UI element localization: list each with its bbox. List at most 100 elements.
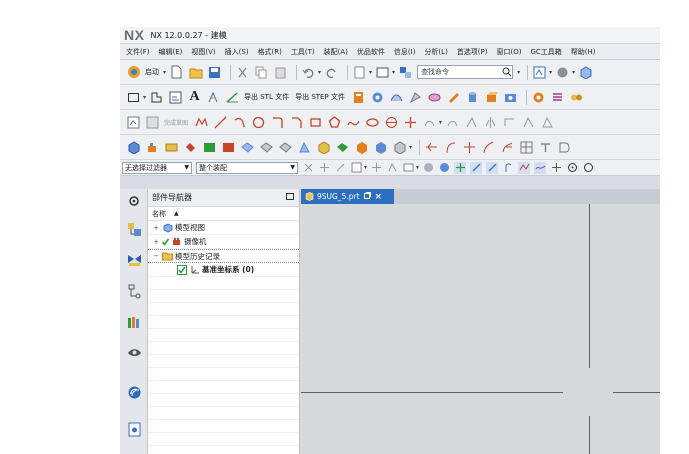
menu-youpin-software[interactable]: 优品软件	[357, 47, 385, 57]
project-curve-icon[interactable]	[521, 115, 536, 130]
constraint-navigator-icon[interactable]	[126, 251, 142, 267]
extrude-icon[interactable]	[145, 140, 160, 155]
snap-endpoint-icon[interactable]	[438, 162, 450, 174]
pattern-icon[interactable]	[502, 115, 517, 130]
redo-icon[interactable]	[324, 65, 339, 80]
part-navigator-icon[interactable]	[126, 283, 142, 299]
bridge-curve-icon[interactable]	[462, 140, 477, 155]
history-icon[interactable]	[126, 421, 142, 437]
assembly-scope-dropdown[interactable]: 整个装配 ▼	[196, 161, 298, 174]
book-icon[interactable]	[351, 90, 366, 105]
chevron-down-icon[interactable]: ▾	[416, 164, 419, 171]
column-header-name[interactable]: 名称 ▲	[148, 207, 299, 221]
snap-quadrant-icon[interactable]	[582, 162, 594, 174]
draft-icon[interactable]	[240, 140, 255, 155]
chevron-down-icon[interactable]: ▾	[163, 69, 166, 76]
arc-icon[interactable]	[232, 115, 247, 130]
menu-information[interactable]: 信息(I)	[394, 47, 416, 57]
composite-curve-icon[interactable]	[519, 140, 534, 155]
drawing-sheet-icon[interactable]	[168, 90, 183, 105]
settings-gear-icon[interactable]	[126, 193, 142, 209]
shaded-sphere-icon[interactable]	[422, 162, 434, 174]
menu-window[interactable]: 窗口(O)	[497, 47, 522, 57]
general-selection-icon[interactable]	[302, 162, 314, 174]
spring-icon[interactable]	[550, 90, 565, 105]
intersect-icon[interactable]	[335, 140, 350, 155]
menu-edit[interactable]: 编辑(E)	[159, 47, 183, 57]
chevron-down-icon[interactable]: ▾	[364, 164, 367, 171]
start-icon[interactable]	[126, 65, 141, 80]
copy-icon[interactable]	[254, 65, 269, 80]
restore-icon[interactable]	[363, 192, 371, 201]
snap-tangent-icon[interactable]	[518, 161, 531, 174]
3d-viewport[interactable]	[301, 204, 660, 454]
point-icon[interactable]	[403, 115, 418, 130]
assembly-navigator-icon[interactable]	[126, 221, 142, 237]
chamfer-icon[interactable]	[289, 115, 304, 130]
blend-icon[interactable]	[446, 90, 461, 105]
pad-icon[interactable]	[164, 140, 179, 155]
mirror-icon[interactable]	[483, 115, 498, 130]
chevron-down-icon[interactable]: ▾	[409, 144, 412, 151]
gear-icon[interactable]	[370, 90, 385, 105]
face-rule-icon[interactable]	[386, 162, 398, 174]
emboss-icon[interactable]	[202, 140, 217, 155]
chevron-down-icon[interactable]: ▾	[143, 94, 146, 101]
undo-icon[interactable]	[301, 65, 316, 80]
tree-item-datum-csys[interactable]: 基准坐标系 (0)	[148, 263, 299, 277]
fillet-icon[interactable]	[270, 115, 285, 130]
sketch-plane-icon[interactable]	[145, 115, 160, 130]
pocket-icon[interactable]	[183, 140, 198, 155]
chevron-down-icon[interactable]: ▾	[369, 69, 372, 76]
menu-help[interactable]: 帮助(H)	[571, 47, 596, 57]
feature-select-icon[interactable]	[318, 162, 330, 174]
ellipse-icon[interactable]	[365, 115, 380, 130]
start-button[interactable]: 启动	[145, 67, 159, 77]
finish-sketch-label[interactable]: 完成草图	[164, 118, 188, 127]
document-tab[interactable]: 9SUG_5.prt ×	[301, 189, 394, 204]
chamfer-feature-icon[interactable]	[278, 140, 293, 155]
export-stl-button[interactable]: 导出 STL 文件	[244, 92, 289, 102]
snap-center-icon[interactable]	[566, 162, 578, 174]
measure-icon[interactable]	[225, 90, 240, 105]
curve-on-surface-icon[interactable]	[424, 140, 439, 155]
expand-icon[interactable]: +	[152, 224, 160, 232]
split-body-icon[interactable]	[373, 140, 388, 155]
chevron-down-icon[interactable]: ▾	[549, 69, 552, 76]
block-icon[interactable]	[126, 140, 141, 155]
menu-preferences[interactable]: 首选项(P)	[457, 47, 488, 57]
conic-icon[interactable]	[384, 115, 399, 130]
line-icon[interactable]	[213, 115, 228, 130]
view-orient-icon[interactable]	[532, 65, 547, 80]
snap-control-icon[interactable]	[486, 161, 499, 174]
sketch-in-task-icon[interactable]	[126, 115, 141, 130]
helix-icon[interactable]	[443, 140, 458, 155]
text-icon[interactable]: A	[187, 89, 202, 105]
edge-blend-icon[interactable]	[259, 140, 274, 155]
snap-line-icon[interactable]	[470, 161, 483, 174]
layout-icon[interactable]	[375, 65, 390, 80]
save-icon[interactable]	[207, 65, 222, 80]
chevron-down-icon[interactable]: ▾	[517, 69, 520, 76]
trim-body-icon[interactable]	[354, 140, 369, 155]
rectangle-icon[interactable]	[308, 115, 323, 130]
loft-icon[interactable]	[408, 90, 423, 105]
trim-icon[interactable]	[445, 115, 460, 130]
checkbox-checked-icon[interactable]	[176, 264, 187, 275]
snap-spline-icon[interactable]	[534, 161, 547, 174]
sew-icon[interactable]	[392, 140, 407, 155]
polygon-icon[interactable]	[327, 115, 342, 130]
menu-tools[interactable]: 工具(T)	[291, 47, 315, 57]
command-finder-icon[interactable]	[398, 65, 413, 80]
menu-gc-toolbox[interactable]: GC工具箱	[530, 47, 561, 57]
selection-scope-icon[interactable]	[402, 162, 414, 174]
maximize-icon[interactable]	[286, 193, 294, 200]
snap-intersection-icon[interactable]	[550, 162, 562, 174]
intersection-curve-icon[interactable]	[540, 115, 555, 130]
tree-item-model-views[interactable]: + 模型视图	[148, 221, 299, 235]
menu-insert[interactable]: 插入(S)	[225, 47, 249, 57]
gear-feature-icon[interactable]	[531, 90, 546, 105]
expand-icon[interactable]: +	[152, 238, 160, 246]
chevron-down-icon[interactable]: ▾	[439, 119, 442, 126]
tree-item-model-history[interactable]: − 模型历史记录	[148, 249, 299, 263]
